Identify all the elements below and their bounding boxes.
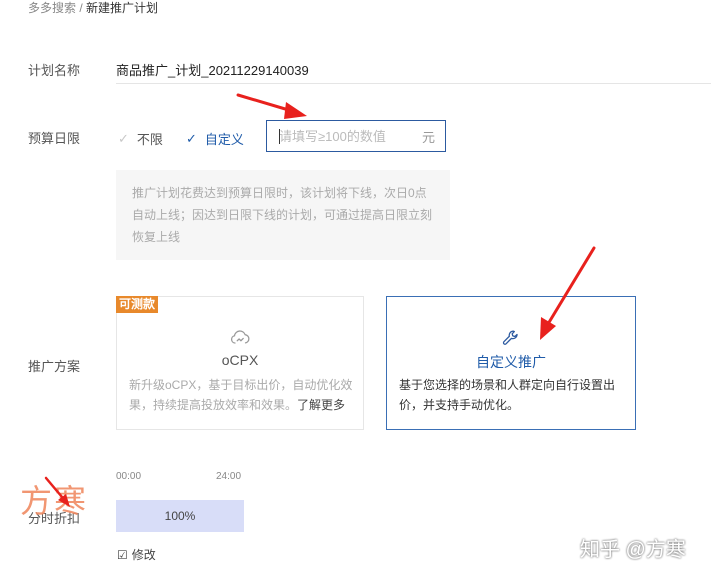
breadcrumb: 多多搜索 / 新建推广计划 xyxy=(28,0,158,16)
breadcrumb-parent[interactable]: 多多搜索 / xyxy=(28,1,83,15)
plan-card-ocpx[interactable]: 可测款 oCPX 新升级oCPX，基于目标出价，自动优化效果，持续提高投放效率和… xyxy=(116,296,364,430)
text-caret xyxy=(279,129,280,144)
budget-note: 推广计划花费达到预算日限时，该计划将下线，次日0点自动上线；因达到日限下线的计划… xyxy=(116,170,450,260)
budget-option-unlimited[interactable]: ✓ 不限 xyxy=(118,129,163,148)
breadcrumb-current: 新建推广计划 xyxy=(86,1,159,15)
check-icon: ✓ xyxy=(118,130,129,146)
plan-name-underline xyxy=(116,83,711,84)
plan-card-custom[interactable]: 自定义推广 基于您选择的场景和人群定向自行设置出价，并支持手动优化。 xyxy=(386,296,636,430)
plan-name-label: 计划名称 xyxy=(28,63,81,78)
promotion-plan-label: 推广方案 xyxy=(28,359,81,374)
cloud-sync-icon xyxy=(230,330,250,344)
budget-unit: 元 xyxy=(421,129,435,145)
time-discount-bar: 100% xyxy=(116,500,244,532)
wrench-icon xyxy=(502,330,518,345)
test-badge: 可测款 xyxy=(116,296,159,313)
plan-card-ocpx-title: oCPX xyxy=(221,352,259,368)
learn-more-link[interactable]: 了解更多 xyxy=(297,398,345,412)
zhihu-watermark: 知乎 @方寒 xyxy=(580,539,686,561)
budget-option-custom-label: 自定义 xyxy=(204,132,244,147)
plan-card-custom-desc: 基于您选择的场景和人群定向自行设置出价，并支持手动优化。 xyxy=(399,378,616,412)
modify-label: 修改 xyxy=(131,548,156,562)
plan-card-ocpx-desc: 新升级oCPX，基于目标出价，自动优化效果，持续提高投放效率和效果。了解更多 xyxy=(129,375,355,415)
budget-amount-input[interactable] xyxy=(279,128,422,144)
budget-option-custom[interactable]: ✓ 自定义 xyxy=(186,129,244,148)
modify-button[interactable]: ☑ 修改 xyxy=(117,546,156,563)
check-icon: ✓ xyxy=(186,130,197,146)
time-start-label: 00:00 xyxy=(116,471,142,482)
budget-label: 预算日限 xyxy=(28,131,81,146)
author-watermark: 方寒 xyxy=(20,482,89,520)
plan-name-input[interactable]: 商品推广_计划_20211229140039 xyxy=(116,60,309,79)
time-end-label: 24:00 xyxy=(216,471,242,482)
plan-card-custom-title: 自定义推广 xyxy=(476,354,546,370)
edit-icon: ☑ xyxy=(117,547,128,562)
arrow-to-budget-input xyxy=(236,93,307,119)
budget-amount-field[interactable]: 元 xyxy=(266,120,446,152)
annotation-arrows xyxy=(44,93,596,507)
budget-option-unlimited-label: 不限 xyxy=(136,132,163,147)
